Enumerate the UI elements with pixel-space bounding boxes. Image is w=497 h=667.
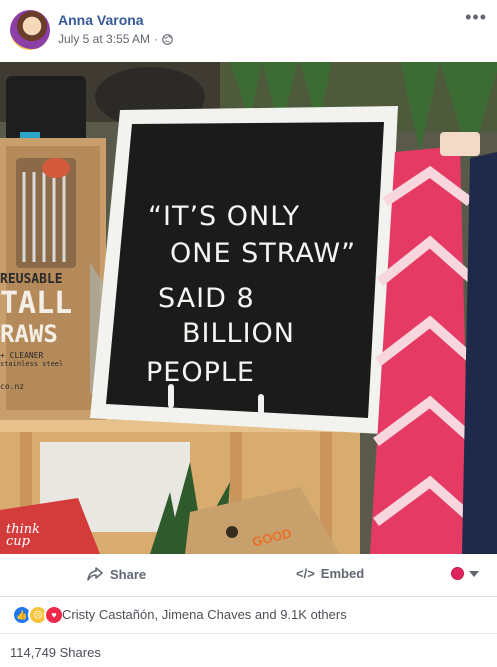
- share-label: Share: [110, 566, 147, 582]
- straw-box-label: REUSABLE TALL RAWS + CLEANER stainless s…: [0, 272, 100, 391]
- chevron-down-icon: [469, 570, 479, 577]
- post-timestamp[interactable]: July 5 at 3:55 AM: [58, 32, 150, 46]
- code-icon: </>: [296, 566, 315, 581]
- post-photo[interactable]: “IT’S ONLY ONE STRAW” SAID 8 BILLION PEO…: [0, 62, 497, 554]
- box-label-steel: stainless steel: [0, 360, 64, 368]
- letterboard-line-1: “IT’S ONLY: [148, 201, 301, 232]
- reactions-bar[interactable]: 👍 ☹ ♥ Cristy Castañón, Jimena Chaves and…: [0, 597, 497, 634]
- embed-label: Embed: [320, 566, 365, 581]
- embed-button[interactable]: </> Embed: [296, 566, 364, 581]
- post-header: Anna Varona July 5 at 3:55 AM · •••: [0, 0, 497, 62]
- audience-selector[interactable]: [451, 567, 479, 580]
- more-options-icon[interactable]: •••: [465, 8, 487, 26]
- box-label-cleaner: + CLEANER: [0, 351, 44, 360]
- share-arrow-icon: [87, 567, 103, 581]
- globe-icon[interactable]: [162, 33, 173, 45]
- letterboard-line-2: ONE STRAW”: [170, 238, 357, 269]
- author-name[interactable]: Anna Varona: [58, 12, 144, 28]
- letterboard-line-4: BILLION: [182, 318, 295, 349]
- meta-separator: ·: [154, 32, 159, 46]
- box-label-tall: TALL: [0, 286, 73, 321]
- reactions-summary[interactable]: Cristy Castañón, Jimena Chaves and 9.1K …: [62, 607, 347, 622]
- love-icon: ♥: [44, 605, 64, 625]
- letterboard-line-5: PEOPLE: [146, 357, 255, 388]
- shares-count[interactable]: 114,749 Shares: [10, 645, 101, 660]
- share-button[interactable]: Share: [86, 566, 146, 582]
- post-meta: July 5 at 3:55 AM ·: [58, 32, 173, 46]
- audience-selector-icon: [451, 567, 464, 580]
- post-actions: Share </> Embed: [0, 554, 497, 597]
- reaction-icons: 👍 ☹ ♥: [12, 605, 64, 625]
- letterboard-line-3: SAID 8: [158, 283, 255, 314]
- cup-label: think cup: [6, 522, 41, 549]
- box-label-reusable: REUSABLE: [0, 272, 63, 287]
- box-label-raws: RAWS: [0, 320, 58, 348]
- box-label-url: co.nz: [0, 382, 25, 391]
- author-avatar[interactable]: [10, 10, 50, 50]
